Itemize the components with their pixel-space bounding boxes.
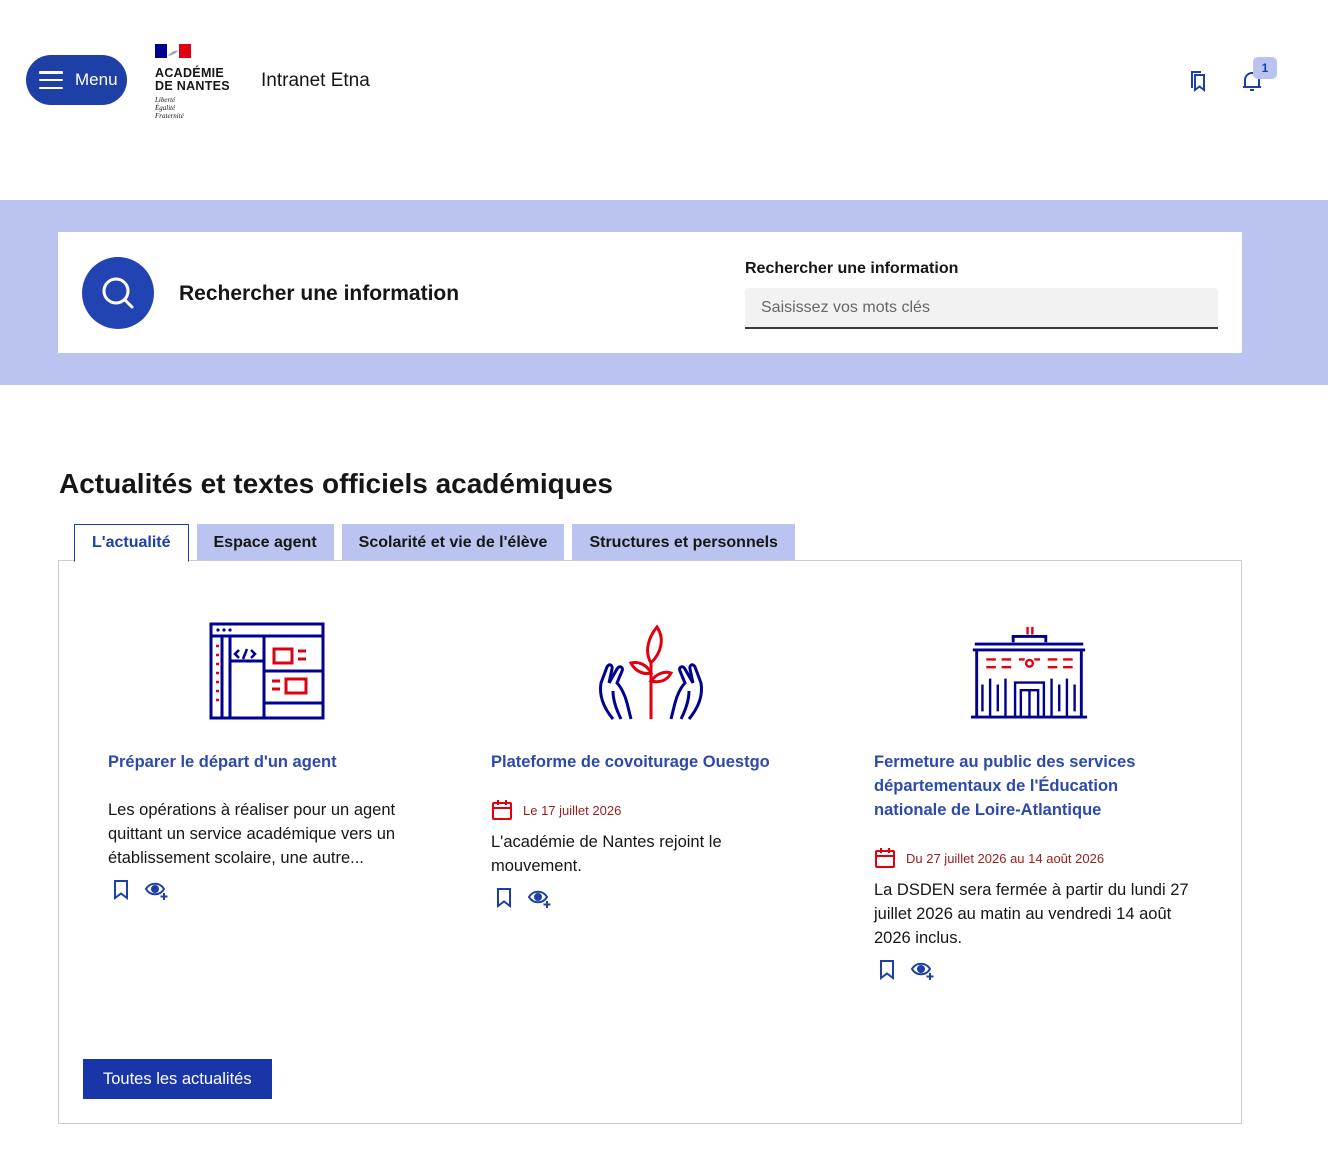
calendar-icon (492, 800, 512, 820)
site-header: Menu ACADÉMIE DE NANTES Liberté Égalité … (0, 0, 1328, 200)
tab-structures[interactable]: Structures et personnels (572, 524, 795, 561)
plant-in-hands-illustration-icon (599, 624, 703, 720)
news-tab-panel: Préparer le départ d'un agent Les opérat… (58, 560, 1242, 1124)
news-card-date-text: Du 27 juillet 2026 au 14 août 2026 (906, 850, 1105, 866)
search-card: Rechercher une information Rechercher un… (58, 232, 1242, 353)
motto-egalite: Égalité (155, 104, 176, 112)
calendar-icon (875, 848, 895, 868)
news-card-date: Du 27 juillet 2026 au 14 août 2026 (874, 847, 1104, 869)
menu-button[interactable]: Menu (26, 55, 127, 105)
news-card-description: Les opérations à réaliser pour un agent … (108, 801, 396, 867)
web-development-illustration-icon (209, 622, 325, 720)
logo-motto: Liberté Égalité Fraternité (155, 96, 235, 120)
tab-actualite[interactable]: L'actualité (74, 524, 189, 562)
bookmark-icon[interactable] (495, 887, 513, 909)
card-actions (878, 959, 936, 981)
hamburger-icon (39, 71, 63, 89)
logo-academie-line2: DE NANTES (155, 79, 230, 93)
search-band: Rechercher une information Rechercher un… (0, 200, 1328, 385)
motto-liberte: Liberté (155, 96, 176, 104)
search-field-label: Rechercher une information (745, 260, 959, 277)
news-tabs: L'actualité Espace agent Scolarité et vi… (74, 524, 795, 562)
section-title: Actualités et textes officiels académiqu… (59, 468, 613, 499)
news-card-description: La DSDEN sera fermée à partir du lundi 2… (874, 881, 1189, 947)
add-to-watchlist-eye-icon[interactable] (527, 887, 553, 909)
news-card-description: L'académie de Nantes rejoint le mouvemen… (491, 833, 722, 875)
notification-count-badge: 1 (1253, 57, 1277, 79)
tab-espace-agent[interactable]: Espace agent (196, 524, 334, 561)
bookmark-icon[interactable] (878, 959, 896, 981)
tab-scolarite[interactable]: Scolarité et vie de l'élève (341, 524, 565, 561)
add-to-watchlist-eye-icon[interactable] (144, 879, 170, 901)
site-title[interactable]: Intranet Etna (261, 70, 370, 92)
news-card-date: Le 17 juillet 2026 (491, 799, 621, 821)
bookmarks-icon[interactable] (1187, 68, 1211, 94)
search-icon (82, 257, 154, 329)
all-news-button[interactable]: Toutes les actualités (83, 1059, 272, 1099)
motto-fraternite: Fraternité (155, 112, 184, 120)
news-card-title[interactable]: Plateforme de covoiturage Ouestgo (491, 750, 811, 774)
news-card-title[interactable]: Préparer le départ d'un agent (108, 750, 428, 774)
card-actions (112, 879, 170, 901)
add-to-watchlist-eye-icon[interactable] (910, 959, 936, 981)
search-input[interactable] (745, 288, 1218, 329)
marianne-flag-icon (155, 44, 191, 58)
menu-button-label: Menu (75, 70, 118, 89)
news-card-date-text: Le 17 juillet 2026 (523, 802, 622, 818)
search-heading: Rechercher une information (179, 282, 460, 305)
card-actions (495, 887, 553, 909)
bookmark-icon[interactable] (112, 879, 130, 901)
news-card-title[interactable]: Fermeture au public des services départe… (874, 750, 1194, 822)
public-building-illustration-icon (970, 626, 1088, 719)
academie-logo[interactable]: ACADÉMIE DE NANTES Liberté Égalité Frate… (155, 44, 235, 120)
